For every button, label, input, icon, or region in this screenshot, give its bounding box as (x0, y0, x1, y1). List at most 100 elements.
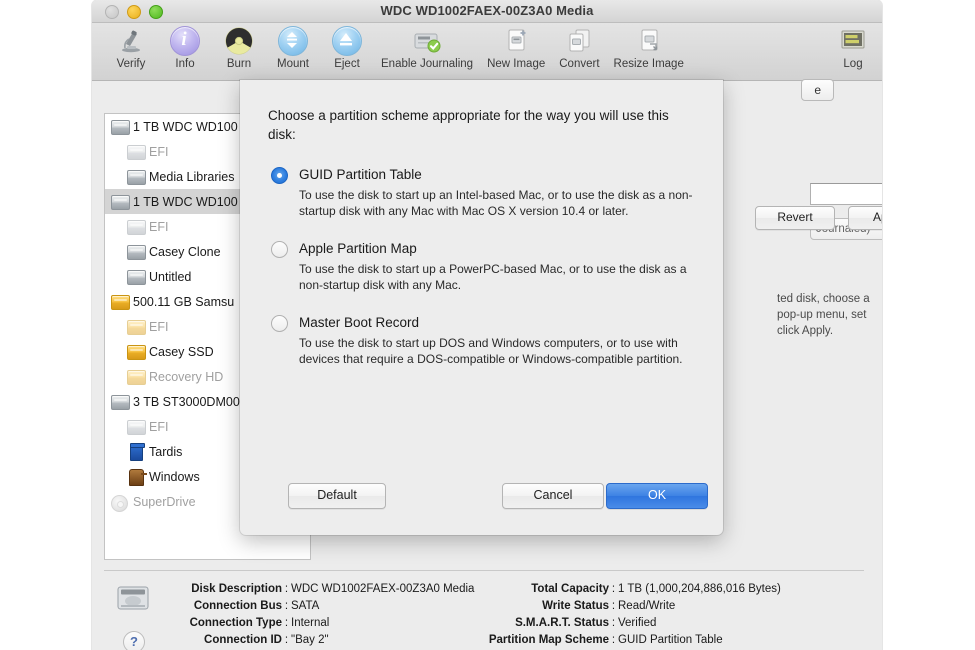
volume-name-input[interactable] (810, 183, 882, 205)
disk-info-row: Total Capacity:1 TB (1,000,204,886,016 B… (474, 581, 781, 598)
disk-info-separator: : (284, 634, 289, 646)
disk-info-row: S.M.A.R.T. Status: Verified (474, 615, 781, 632)
toolbar-button-burn[interactable]: Burn (212, 26, 266, 70)
option-description: To use the disk to start up a PowerPC-ba… (299, 262, 687, 292)
hard-disk-icon (127, 169, 146, 185)
disk-info-row: Connection Bus: SATA (162, 598, 474, 615)
toolbar-button-enable-journaling[interactable]: Enable Journaling (374, 26, 480, 70)
sidebar-item-label: EFI (149, 219, 169, 234)
disk-info-separator: : (611, 617, 616, 629)
toolbar-button-info[interactable]: i Info (158, 26, 212, 70)
toolbar-button-convert[interactable]: Convert (552, 26, 606, 70)
sidebar-item-label: EFI (149, 319, 169, 334)
radio-button-icon[interactable] (271, 315, 288, 332)
toolbar-button-eject[interactable]: Eject (320, 26, 374, 70)
sidebar-item-label: Untitled (149, 269, 192, 284)
disk-info-row: Disk Description: WDC WD1002FAEX-00Z3A0 M… (162, 581, 474, 598)
help-button[interactable]: ? (123, 631, 145, 650)
disk-info-value: 1 TB (1,000,204,886,016 Bytes) (618, 583, 781, 595)
dialog-prompt: Choose a partition scheme appropriate fo… (268, 108, 669, 142)
title-bar[interactable]: WDC WD1002FAEX-00Z3A0 Media (92, 0, 882, 23)
disk-info-row: Connection Type: Internal (162, 615, 474, 632)
toolbar-button-log[interactable]: Log (838, 26, 868, 70)
toolbar-button-new-image[interactable]: New Image (480, 26, 552, 70)
partition-hint-text: ted disk, choose a pop-up menu, set clic… (777, 293, 870, 337)
disk-info-value: WDC WD1002FAEX-00Z3A0 Media (291, 583, 475, 595)
yellow-disk-icon (127, 344, 146, 360)
window-body: 1 TB WDC WD100 EFI Media Libraries 1 TB WDC… (92, 80, 882, 650)
disk-info-key: S.M.A.R.T. Status (515, 617, 609, 629)
radio-button-icon[interactable] (271, 167, 288, 184)
toolbar-label: Verify (116, 58, 146, 70)
toolbar-button-mount[interactable]: Mount (266, 26, 320, 70)
disk-info-row: Partition Map Scheme: GUID Partition Tabl… (474, 632, 781, 649)
default-button[interactable]: Default (288, 483, 386, 509)
hard-disk-icon (127, 219, 146, 235)
toolbar-label: Enable Journaling (381, 58, 474, 70)
toolbar-button-resize-image[interactable]: Resize Image (607, 26, 691, 70)
sidebar-item-label: Recovery HD (149, 369, 224, 384)
option-title: Master Boot Record (299, 315, 420, 330)
mount-icon (278, 26, 308, 56)
disk-info-footer: ? Disk Description: WDC WD1002FAEX-00Z3A0… (104, 570, 864, 650)
toolbar-label: Mount (277, 58, 309, 70)
disk-info-value: SATA (291, 600, 320, 612)
toolbar-label: New Image (487, 58, 546, 70)
hard-disk-icon (127, 269, 146, 285)
dialog-buttons: Default Cancel OK (240, 483, 723, 509)
dialog-content: Choose a partition scheme appropriate fo… (240, 80, 723, 367)
option-description: To use the disk to start up DOS and Wind… (299, 336, 683, 366)
log-icon (838, 26, 868, 56)
screen: WDC WD1002FAEX-00Z3A0 Media Verify i Inf… (0, 0, 975, 650)
option-description: To use the disk to start up an Intel-bas… (299, 188, 693, 218)
new-image-icon (502, 26, 530, 56)
sidebar-item-label: Media Libraries (149, 169, 235, 184)
partition-scheme-option[interactable]: GUID Partition Table To use the disk to s… (268, 166, 695, 219)
burn-icon (225, 26, 253, 56)
ok-button[interactable]: OK (606, 483, 708, 509)
disk-info-left-column: Disk Description: WDC WD1002FAEX-00Z3A0 M… (162, 581, 475, 649)
disk-info-separator: : (611, 583, 616, 595)
option-title: Apple Partition Map (299, 241, 417, 256)
sidebar-item-label: 500.11 GB Samsu (133, 294, 235, 309)
partition-scheme-option[interactable]: Apple Partition Map To use the disk to st… (268, 240, 695, 293)
sidebar-item-label: Tardis (149, 444, 183, 459)
disk-info-key: Connection Bus (193, 600, 282, 612)
disk-info-value: Read/Write (618, 600, 676, 612)
radio-button-icon[interactable] (271, 241, 288, 258)
toolbar: Verify i Info Burn Mount Eject Enable Jo… (92, 23, 882, 81)
disk-info-value: GUID Partition Table (618, 634, 723, 646)
disk-info-row: Write Status: Read/Write (474, 598, 781, 615)
disk-info-right-column: Total Capacity:1 TB (1,000,204,886,016 B… (474, 581, 781, 649)
cancel-button[interactable]: Cancel (502, 483, 604, 509)
partition-scheme-option[interactable]: Master Boot Record To use the disk to sta… (268, 314, 695, 367)
resize-image-icon (635, 26, 663, 56)
tardis-icon (127, 442, 145, 461)
optical-drive-icon (111, 494, 128, 512)
toolbar-items: Verify i Info Burn Mount Eject Enable Jo… (104, 26, 691, 70)
disk-info-value: Internal (291, 617, 330, 629)
apply-button[interactable]: Apply (848, 206, 882, 230)
disk-info-separator: : (611, 634, 616, 646)
sidebar-item-label: EFI (149, 419, 169, 434)
sidebar-item-label: SuperDrive (133, 494, 196, 509)
disk-info-value: "Bay 2" (291, 634, 329, 646)
disk-info-key: Connection ID (204, 634, 282, 646)
eject-icon (332, 26, 362, 56)
toolbar-button-verify[interactable]: Verify (104, 26, 158, 70)
yellow-disk-icon (111, 294, 130, 310)
sidebar-item-label: EFI (149, 144, 169, 159)
sidebar-item-label: Windows (149, 469, 200, 484)
toolbar-label: Eject (334, 58, 360, 70)
revert-button[interactable]: Revert (755, 206, 835, 230)
hard-disk-icon (111, 394, 130, 410)
sidebar-item-label: Casey SSD (149, 344, 214, 359)
partition-scheme-options: GUID Partition Table To use the disk to s… (268, 166, 695, 367)
toolbar-label: Log (843, 58, 863, 70)
disk-info-key: Disk Description (191, 583, 282, 595)
journaling-icon (412, 26, 442, 56)
sidebar-item-label: 1 TB WDC WD100 (133, 194, 238, 209)
dalek-icon (127, 468, 147, 486)
toolbar-label: Convert (559, 58, 600, 70)
microscope-icon (117, 26, 145, 56)
